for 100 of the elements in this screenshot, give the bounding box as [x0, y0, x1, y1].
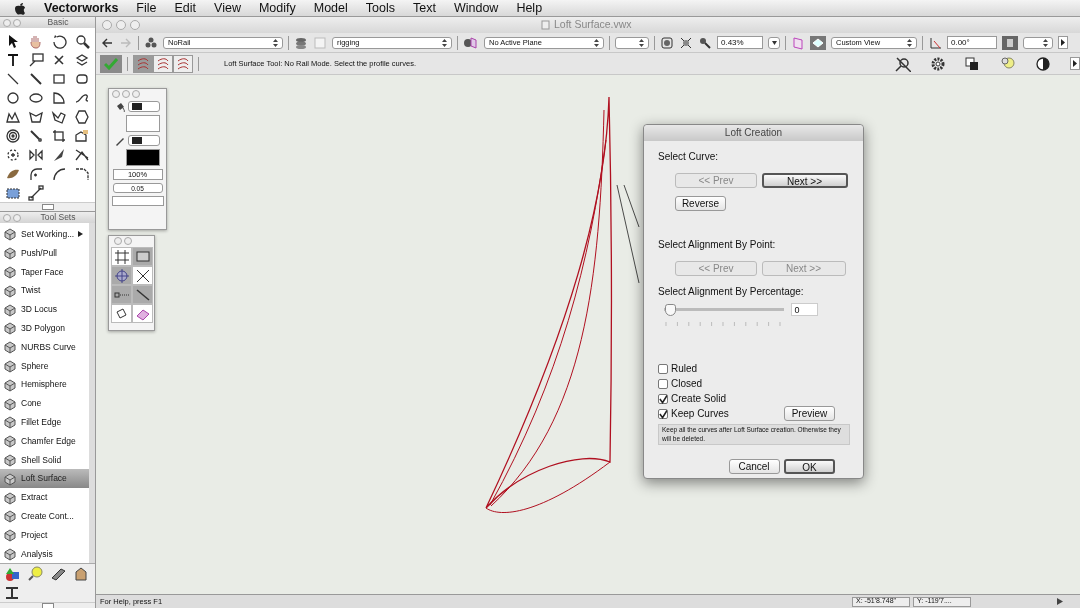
chamfer-icon[interactable]	[73, 165, 90, 182]
curve-corner-icon[interactable]	[50, 165, 67, 182]
working-plane-icon[interactable]	[791, 35, 805, 50]
circle-icon[interactable]	[4, 89, 21, 106]
tool-set-item[interactable]: Create Cont...	[0, 506, 89, 526]
solid-shape-icon	[3, 546, 17, 561]
menu-item[interactable]: Model	[313, 0, 348, 18]
tool-set-item[interactable]: Analysis	[0, 544, 89, 564]
reverse-button[interactable]: Reverse	[675, 196, 726, 211]
pen-icon[interactable]	[115, 135, 126, 146]
preview-button[interactable]: Preview	[784, 406, 835, 421]
layer-stack-icon[interactable]	[294, 35, 308, 50]
eyedropper-icon[interactable]	[27, 127, 44, 144]
section-label: Select Alignment By Percentage:	[658, 285, 805, 299]
class-icon[interactable]	[144, 35, 158, 50]
zoom-field[interactable]: 0.43%	[717, 36, 763, 49]
slider-thumb[interactable]	[665, 304, 676, 316]
render-dropdown[interactable]	[1023, 36, 1053, 49]
grid-icon[interactable]	[113, 248, 130, 265]
diagonal-line-icon[interactable]	[134, 286, 151, 303]
tool-set-item[interactable]: NURBS Curve	[0, 337, 89, 357]
cancel-button[interactable]: Cancel	[728, 459, 780, 474]
fillet-icon[interactable]	[27, 165, 44, 182]
tool-set-item[interactable]: 3D Locus	[0, 300, 89, 319]
tool-set-item[interactable]: Loft Surface	[0, 469, 89, 489]
checkbox-label: Keep Curves	[671, 407, 729, 421]
solid-shape-icon	[3, 452, 17, 467]
connector-icon[interactable]	[27, 184, 44, 201]
building-icon[interactable]	[72, 565, 89, 582]
menu-item[interactable]: View	[214, 0, 241, 18]
tool-set-item[interactable]: Hemisphere	[0, 375, 89, 395]
scroll-arrow-icon[interactable]	[1057, 598, 1063, 605]
tool-set-item[interactable]: Twist	[0, 281, 89, 301]
lightbulb-icon[interactable]	[1000, 55, 1016, 72]
crop-icon[interactable]	[50, 127, 67, 144]
callout-icon[interactable]	[27, 51, 44, 68]
tool-set-item[interactable]: 3D Polygon	[0, 319, 89, 338]
checkbox[interactable]	[658, 408, 668, 419]
fill-color-swatch[interactable]	[125, 115, 160, 132]
rotate-icon[interactable]	[50, 32, 67, 49]
confirm-check-icon[interactable]	[100, 54, 122, 73]
ok-button[interactable]: OK	[784, 459, 835, 474]
tool-set-item[interactable]: Cone	[0, 394, 89, 413]
section-label: Select Curve:	[658, 150, 720, 164]
checkbox[interactable]	[658, 378, 668, 389]
loft-mode-button[interactable]	[133, 54, 153, 73]
tool-set-item[interactable]: Fillet Edge	[0, 412, 89, 432]
tool-set-item[interactable]: Chamfer Edge	[0, 431, 89, 451]
percentage-field[interactable]: 0	[790, 303, 818, 316]
pencil-line-icon[interactable]	[27, 70, 44, 87]
zoom-dropdown[interactable]	[768, 36, 780, 49]
tool-set-item[interactable]: Shell Solid	[0, 450, 89, 470]
gear-icon[interactable]	[930, 55, 946, 72]
menu-item[interactable]: Tools	[365, 0, 395, 18]
tool-set-item[interactable]: Project	[0, 525, 89, 545]
tool-set-item[interactable]: Extract	[0, 488, 89, 507]
menu-item[interactable]: File	[136, 0, 157, 18]
section-label: Select Alignment By Point:	[658, 238, 777, 252]
mirror-icon[interactable]	[27, 146, 44, 163]
solid-shape-icon	[3, 415, 17, 430]
apple-logo-icon[interactable]	[14, 1, 26, 15]
solid-shape-icon	[3, 227, 17, 242]
menu-item[interactable]: Text	[413, 0, 436, 18]
pen-color-swatch[interactable]	[125, 149, 160, 166]
cross-lines-icon[interactable]	[134, 267, 151, 284]
angle-field[interactable]: 0.00°	[947, 36, 997, 49]
paint-bucket-icon[interactable]	[115, 101, 126, 112]
collapse-button[interactable]	[41, 204, 54, 210]
tool-set-item[interactable]: Push/Pull	[0, 243, 89, 263]
tool-set-item[interactable]: Sphere	[0, 356, 89, 376]
magnifier-icon[interactable]	[698, 35, 712, 50]
checkbox[interactable]	[658, 363, 668, 374]
menu-item[interactable]: Modify	[258, 0, 296, 18]
solid-shape-icon	[3, 528, 17, 543]
app-menu[interactable]: Vectorworks	[44, 0, 119, 18]
menu-item[interactable]: Window	[453, 0, 499, 18]
page-dropdown[interactable]	[615, 36, 649, 49]
hexagon-icon[interactable]	[73, 108, 90, 125]
stepper-arrows-icon	[273, 38, 278, 47]
zoom-icon[interactable]	[73, 32, 90, 49]
menu-item[interactable]: Help	[516, 0, 543, 18]
tool-set-item[interactable]: Taper Face	[0, 262, 89, 282]
expand-arrow-icon[interactable]	[1070, 57, 1080, 70]
contrast-icon[interactable]	[1035, 55, 1051, 72]
collapse-button[interactable]	[41, 603, 54, 608]
spiral-icon[interactable]	[4, 127, 21, 144]
steel-beam-icon[interactable]	[3, 584, 20, 601]
loft-mode-button[interactable]	[153, 54, 173, 73]
loft-mode-button[interactable]	[173, 54, 193, 73]
next-button[interactable]: Next >>	[761, 173, 848, 188]
checkbox[interactable]	[658, 393, 668, 404]
fill-style-dropdown[interactable]	[127, 101, 160, 112]
solid-shape-icon	[3, 377, 17, 392]
tool-set-item[interactable]: Set Working...	[0, 225, 89, 244]
fill-style-dropdown[interactable]	[127, 135, 160, 146]
lightbulb-icon[interactable]	[26, 565, 43, 582]
solid-shape-icon	[3, 490, 17, 505]
arc-icon[interactable]	[50, 89, 67, 106]
plane-icon[interactable]	[463, 35, 479, 50]
menu-item[interactable]: Edit	[174, 0, 197, 18]
